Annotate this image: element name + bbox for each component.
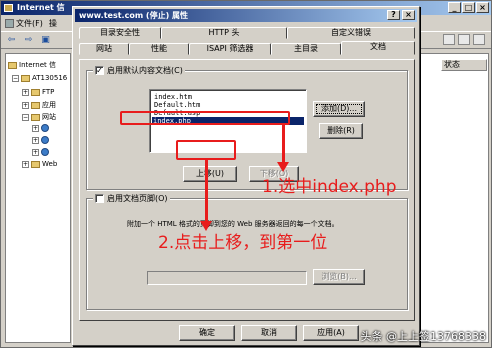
highlight-move-up [176,140,236,160]
iis-right-toolbar [443,34,485,45]
globe-icon [41,136,49,144]
help-button[interactable]: ? [387,10,400,20]
globe-icon [41,148,49,156]
tab-row-front: 网站 性能 ISAPI 筛选器 主目录 文档 [79,41,415,55]
list-item[interactable]: index.htm [153,93,192,101]
arrow-step2-shaft [205,160,208,222]
doc-footer-group: 启用文档页脚(O) 附加一个 HTML 格式的页脚到您的 Web 服务器返回的每… [86,193,408,310]
annotation-step2: 2.点击上移，到第一位 [158,233,328,253]
expand-icon[interactable]: + [32,124,39,132]
dialog-titlebar: www.test.com (停止) 属性 ? × [75,9,417,22]
dialog-close-button[interactable]: × [402,10,415,20]
collapse-icon[interactable]: − [12,74,19,82]
arrow-step1-head [277,162,289,172]
dialog-title-controls: ? × [387,10,415,20]
expand-icon[interactable]: + [22,101,29,109]
tree-item-site-2[interactable]: + [32,136,49,144]
close-button[interactable]: × [476,2,489,13]
default-docs-legend: ✓ 启用默认内容文档(C) [93,65,185,76]
tree-item-server[interactable]: − AT130516 [12,74,67,82]
watermark: 头条 @上上签13768338 [360,330,487,343]
tree-item-site-1[interactable]: + [32,124,49,132]
iis-window-controls: _ □ × [448,2,489,13]
tab-website[interactable]: 网站 [79,43,129,55]
expand-icon[interactable]: + [22,88,29,96]
maximize-button[interactable]: □ [462,2,475,13]
tree-item-web-ext[interactable]: + Web [22,160,57,168]
annotation-step1: 1.选中index.php [262,177,397,197]
forward-arrow-icon[interactable]: ⇨ [22,34,35,46]
list-header-status[interactable]: 状态 [441,59,487,71]
tab-http-headers[interactable]: HTTP 头 [161,27,287,39]
up-folder-icon[interactable]: ▣ [39,34,52,46]
computer-icon [21,74,30,82]
folder-icon [31,101,40,109]
collapse-icon[interactable]: − [22,113,29,121]
enable-footer-label[interactable]: 启用文档页脚(O) [107,193,168,204]
file-menu-icon [5,18,14,28]
browse-button[interactable]: 浏览(B)... [313,269,365,285]
ok-button[interactable]: 确定 [179,325,235,341]
cancel-button[interactable]: 取消 [241,325,297,341]
list-item[interactable]: Default.htm [153,101,200,109]
tab-custom-errors[interactable]: 自定义错误 [287,27,415,39]
enable-default-docs-label[interactable]: 启用默认内容文档(C) [107,65,183,76]
pause-icon[interactable] [473,34,485,45]
tab-performance[interactable]: 性能 [129,43,189,55]
tree-item-root[interactable]: Internet 信 [8,60,56,70]
expand-icon[interactable]: + [22,160,29,168]
menu-action[interactable]: 操 [49,18,57,29]
minimize-button[interactable]: _ [448,2,461,13]
iis-title: Internet 信 [17,3,65,12]
folder-icon [31,113,40,121]
start-icon[interactable] [443,34,455,45]
folder-icon [31,88,40,96]
arrow-step1-shaft [282,125,285,163]
iis-app-icon [4,4,13,12]
move-up-button[interactable]: 上移(U) [183,166,237,182]
stop-icon[interactable] [458,34,470,45]
tree-item-websites[interactable]: − 网站 [22,112,56,122]
tree-item-apppool[interactable]: + 应用 [22,100,56,110]
folder-icon [31,160,40,168]
expand-icon[interactable]: + [32,148,39,156]
iis-tree-pane: Internet 信 − AT130516 + FTP + 应用 − 网站 + + + … [5,53,71,343]
server-icon [8,61,17,69]
highlight-selected-item [120,111,290,125]
remove-button[interactable]: 删除(R) [319,123,363,139]
doc-footer-legend: 启用文档页脚(O) [93,193,170,204]
enable-default-docs-checkbox[interactable]: ✓ [95,66,104,75]
enable-footer-checkbox[interactable] [95,194,104,203]
tab-row-back: 目录安全性 HTTP 头 自定义错误 [79,27,415,39]
tab-documents[interactable]: 文档 [341,41,415,55]
globe-icon [41,124,49,132]
tree-item-site-3[interactable]: + [32,148,49,156]
add-button[interactable]: 添加(D)... [313,101,365,117]
footer-path-field [147,271,307,285]
apply-button[interactable]: 应用(A) [303,325,359,341]
tab-isapi-filters[interactable]: ISAPI 筛选器 [189,43,271,55]
menu-file[interactable]: 文件(F) [5,18,43,29]
tree-item-ftp[interactable]: + FTP [22,88,54,96]
back-arrow-icon[interactable]: ⇦ [5,34,18,46]
expand-icon[interactable]: + [32,136,39,144]
tab-home-directory[interactable]: 主目录 [271,43,341,55]
dialog-title: www.test.com (停止) 属性 [79,11,189,20]
tab-directory-security[interactable]: 目录安全性 [79,27,161,39]
